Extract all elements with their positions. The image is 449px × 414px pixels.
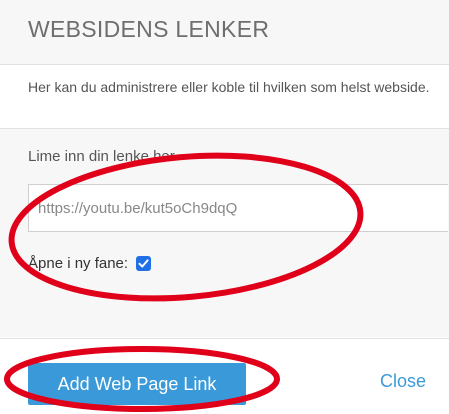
new-tab-option: Åpne i ny fane:: [28, 252, 152, 274]
dialog-footer: Add Web Page Link Close: [0, 338, 449, 414]
dialog-description: Her kan du administrere eller koble til …: [28, 79, 430, 95]
dialog-title: WEBSIDENS LENKER: [28, 16, 270, 42]
link-field-label: Lime inn din lenke her: [28, 148, 175, 165]
dialog-header: WEBSIDENS LENKER: [0, 0, 449, 65]
checkmark-icon: [138, 258, 149, 267]
new-tab-label: Åpne i ny fane:: [28, 254, 129, 272]
web-links-dialog: WEBSIDENS LENKER Her kan du administrere…: [0, 0, 449, 414]
close-link[interactable]: Close: [380, 371, 426, 392]
link-url-input[interactable]: [28, 184, 448, 232]
new-tab-checkbox[interactable]: [136, 255, 152, 271]
add-web-page-link-button[interactable]: Add Web Page Link: [28, 363, 246, 405]
